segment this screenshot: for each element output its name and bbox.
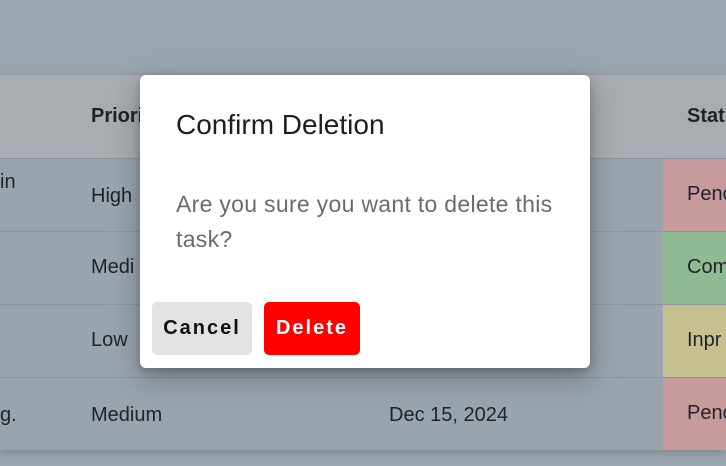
- cancel-button[interactable]: Cancel: [152, 302, 252, 355]
- confirm-delete-dialog: Confirm Deletion Are you sure you want t…: [140, 75, 590, 368]
- dialog-title: Confirm Deletion: [176, 109, 385, 140]
- delete-button[interactable]: Delete: [264, 302, 360, 355]
- dialog-message: Are you sure you want to delete this tas…: [176, 191, 553, 252]
